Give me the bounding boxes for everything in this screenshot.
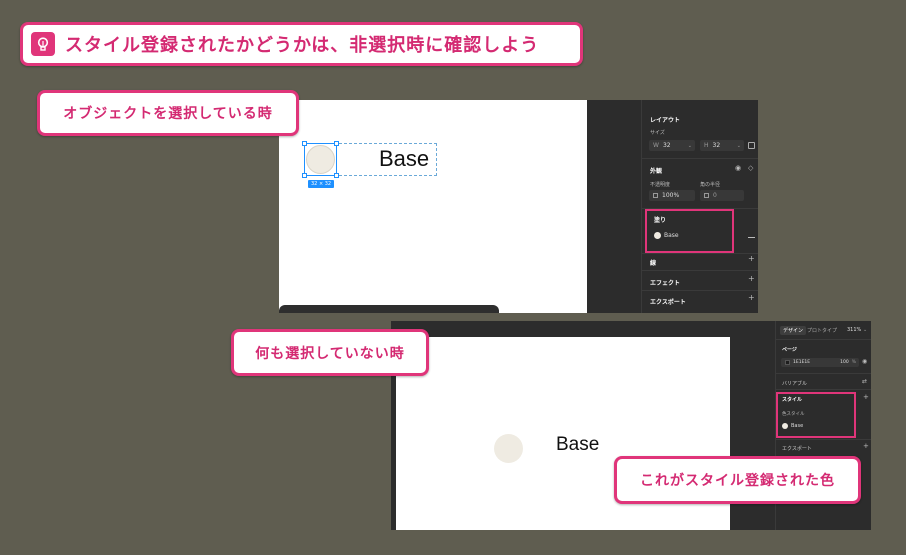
export-title: エクスポート	[650, 299, 686, 306]
add-export-icon[interactable]: +	[748, 293, 755, 302]
style-highlight	[776, 392, 856, 438]
eye-icon[interactable]: ◉	[735, 164, 741, 172]
callout-style-registered: これがスタイル登録された色	[614, 456, 861, 504]
fill-title: 塗り	[654, 217, 667, 224]
appearance-title: 外観	[650, 168, 663, 175]
color-swatch	[654, 232, 661, 239]
eye-icon[interactable]: ◉	[862, 358, 867, 365]
title-banner: スタイル登録されたかどうかは、非選択時に確認しよう	[20, 22, 583, 66]
add-stroke-icon[interactable]: +	[748, 254, 755, 263]
resize-handle[interactable]	[334, 141, 339, 146]
zoom-level[interactable]: 311%	[847, 327, 861, 333]
tab-prototype[interactable]: プロトタイプ	[807, 327, 837, 334]
canvas-edge	[587, 100, 641, 313]
radius-label: 角の半径	[700, 182, 721, 188]
opacity-label: 不透明度	[650, 182, 671, 188]
color-swatch	[785, 360, 790, 365]
chevron-down-icon[interactable]: ⌄	[863, 327, 867, 333]
size-badge: 32 × 32	[308, 180, 335, 188]
opacity-field[interactable]: 100%	[649, 190, 695, 201]
add-style-icon[interactable]: +	[863, 393, 869, 401]
screenshot-selected: 32 × 32 Base レイアウト サイズ W 32 ⌄ H 32 ⌄ 外観 ◉ …	[279, 100, 758, 313]
resize-handle[interactable]	[334, 173, 339, 178]
resize-handle[interactable]	[302, 173, 307, 178]
height-field[interactable]: H 32 ⌄	[700, 140, 744, 151]
variables-icon[interactable]: ⇄	[862, 378, 867, 385]
add-effect-icon[interactable]: +	[748, 274, 755, 283]
properties-panel: レイアウト サイズ W 32 ⌄ H 32 ⌄ 外観 ◉ ◇ 不透明度 角の半径 1…	[641, 100, 758, 313]
bottom-toolbar	[279, 305, 499, 313]
export-title: エクスポート	[782, 446, 812, 452]
add-export-icon[interactable]: +	[863, 442, 869, 450]
effects-title: エフェクト	[650, 280, 681, 287]
stroke-title: 線	[650, 260, 657, 267]
remove-fill-icon[interactable]	[748, 237, 755, 238]
layout-title: レイアウト	[650, 117, 681, 124]
opacity-icon	[653, 193, 658, 198]
banner-text: スタイル登録されたかどうかは、非選択時に確認しよう	[65, 35, 540, 56]
fill-style-row[interactable]: Base	[654, 232, 734, 239]
corner-radius-icon	[704, 193, 709, 198]
base-text[interactable]: Base	[556, 434, 599, 456]
width-field[interactable]: W 32 ⌄	[649, 140, 695, 151]
variables-title: バリアブル	[782, 381, 808, 387]
chevron-down-icon: ⌄	[687, 142, 692, 149]
lightbulb-icon	[31, 32, 55, 56]
tab-design[interactable]: デザイン	[780, 326, 807, 335]
page-color-field[interactable]: 1E1E1E 100 %	[781, 358, 859, 367]
base-text[interactable]: Base	[379, 146, 429, 172]
size-label: サイズ	[650, 130, 665, 136]
page-title: ページ	[782, 347, 797, 353]
canvas[interactable]: 32 × 32 Base	[279, 100, 587, 313]
callout-nothing-selected: 何も選択していない時	[231, 329, 429, 376]
resize-to-fit-icon[interactable]	[748, 142, 755, 149]
radius-field[interactable]: 0	[700, 190, 744, 201]
chevron-down-icon: ⌄	[736, 142, 741, 149]
callout-selected: オブジェクトを選択している時	[37, 90, 299, 136]
base-circle[interactable]	[302, 141, 339, 178]
blend-mode-icon[interactable]: ◇	[748, 164, 753, 172]
base-circle[interactable]	[494, 434, 523, 463]
resize-handle[interactable]	[302, 141, 307, 146]
